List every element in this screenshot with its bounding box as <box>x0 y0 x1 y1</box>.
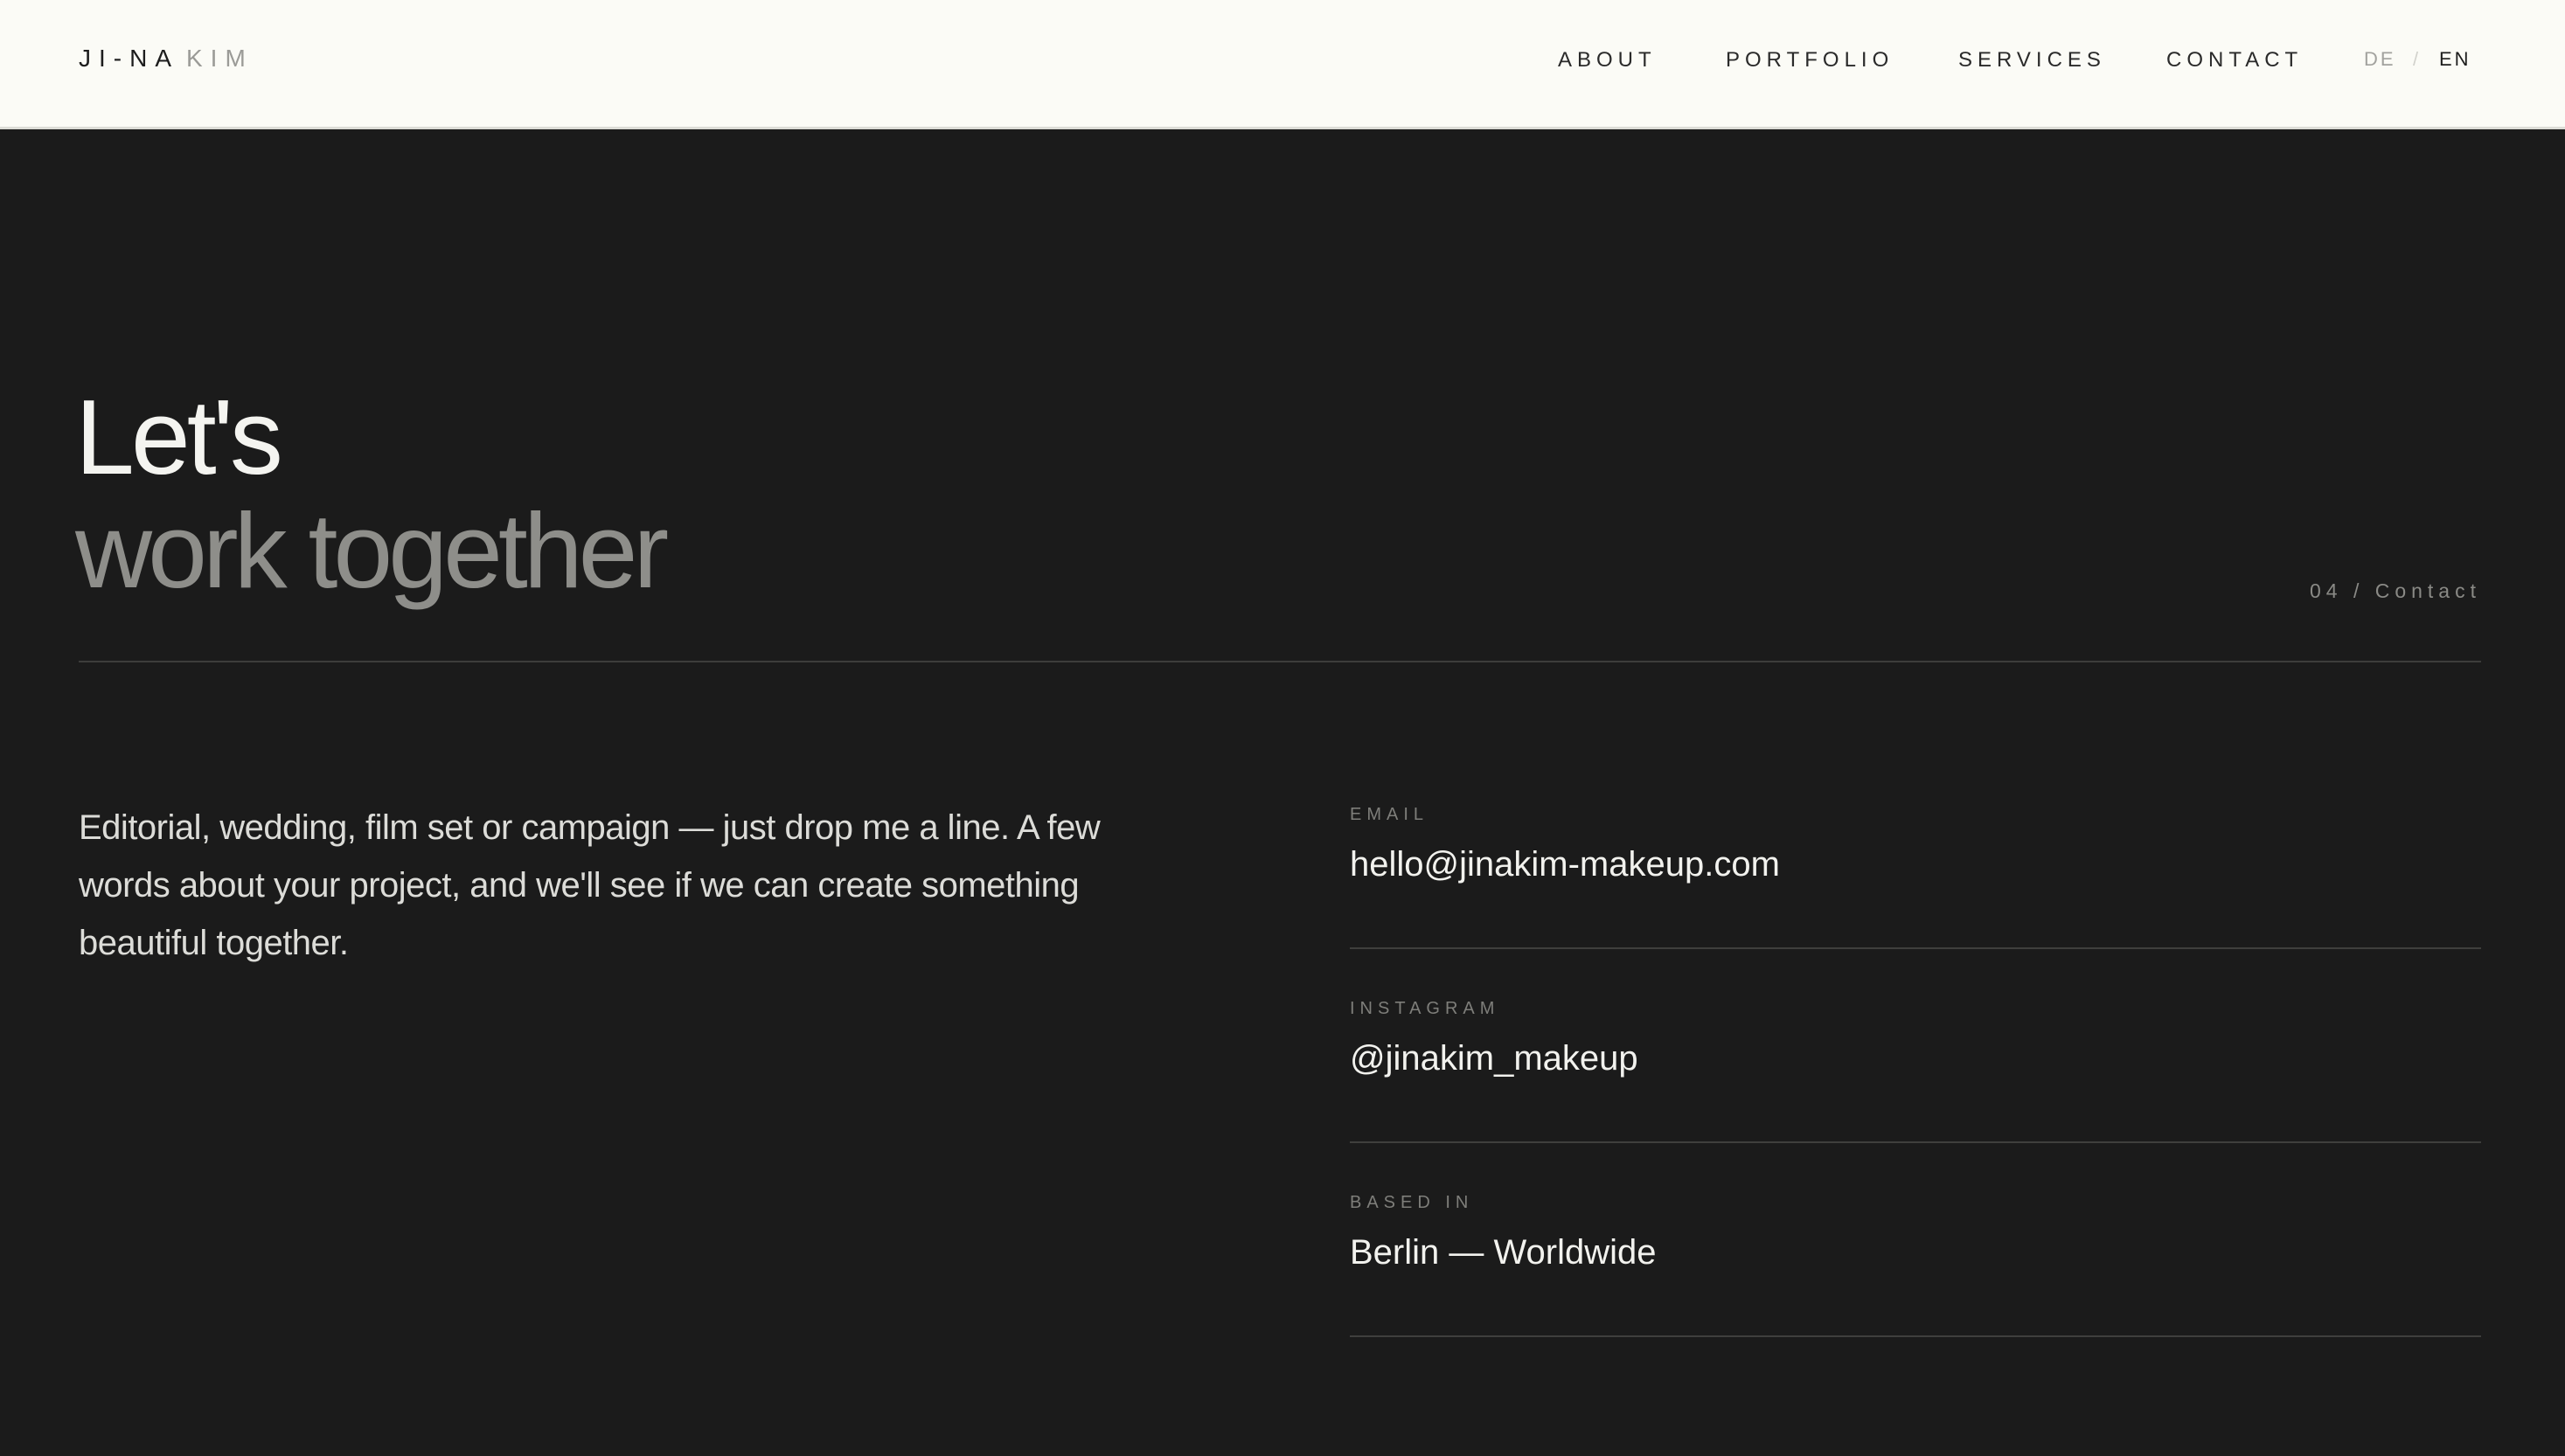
intro-text: Editorial, wedding, film set or campaign… <box>79 808 1101 962</box>
nav-contact-link[interactable]: CONTACT <box>2166 47 2303 73</box>
instagram-label: INSTAGRAM <box>1350 999 1500 1018</box>
email-link[interactable]: hello@jinakim-makeup.com <box>1350 842 1780 886</box>
site-header: JI-NA KIM ABOUT PORTFOLIO SERVICES CONTAC… <box>0 0 2565 129</box>
language-de-toggle[interactable]: DE <box>2364 47 2396 72</box>
brand-last-name: KIM <box>186 45 254 72</box>
email-label: EMAIL <box>1350 805 1429 824</box>
instagram-link[interactable]: @jinakim_makeup <box>1350 1037 1638 1080</box>
location-value: Berlin — Worldwide <box>1350 1233 1657 1272</box>
language-en-toggle[interactable]: EN <box>2439 47 2471 72</box>
contact-email-item: EMAIL hello@jinakim-makeup.com <box>1350 804 2481 949</box>
location-label: BASED IN <box>1350 1193 1474 1212</box>
contact-instagram-item: INSTAGRAM @jinakim_makeup <box>1350 998 2481 1143</box>
heading-line-work-together: work together <box>75 491 669 610</box>
nav-services-link[interactable]: SERVICES <box>1958 47 2106 73</box>
contact-location-item: BASED IN Berlin — Worldwide <box>1350 1192 2481 1337</box>
heading-line-lets: Let's <box>75 378 283 496</box>
language-separator: / <box>2413 48 2419 70</box>
brand-first-name: JI-NA <box>79 45 179 72</box>
nav-about-link[interactable]: ABOUT <box>1558 47 1657 73</box>
section-number-label: 04 / Contact <box>2309 579 2481 602</box>
brand-logo[interactable]: JI-NA KIM <box>79 44 254 73</box>
section-divider <box>79 661 2481 662</box>
nav-portfolio-link[interactable]: PORTFOLIO <box>1726 47 1894 73</box>
